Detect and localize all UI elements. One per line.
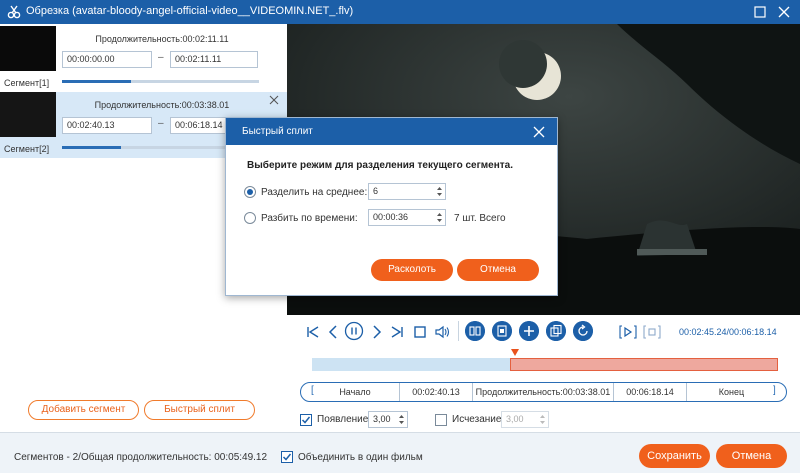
fade-out-value: 3,00 bbox=[506, 414, 524, 424]
merge-checkbox[interactable] bbox=[281, 451, 293, 463]
add-icon[interactable] bbox=[519, 321, 539, 341]
set-start-button[interactable]: Начало bbox=[301, 383, 400, 401]
segment-end-input[interactable]: 00:02:11.11 bbox=[170, 51, 258, 68]
range-dash: – bbox=[158, 52, 164, 63]
close-icon[interactable] bbox=[533, 126, 545, 138]
range-dash: – bbox=[158, 118, 164, 129]
segment-item-1[interactable]: Сегмент[1] Продолжительность:00:02:11.11… bbox=[0, 26, 287, 92]
previous-frame-icon[interactable] bbox=[324, 323, 342, 341]
split-button[interactable]: Расколоть bbox=[371, 259, 453, 281]
copy-segment-icon[interactable] bbox=[492, 321, 512, 341]
pause-icon[interactable] bbox=[344, 321, 364, 341]
segment-progress-fill bbox=[62, 80, 131, 83]
segment-start-input[interactable]: 00:02:40.13 bbox=[62, 117, 152, 134]
fade-out-checkbox[interactable] bbox=[435, 414, 447, 426]
dialog-header: Быстрый сплит bbox=[226, 118, 557, 145]
split-average-stepper[interactable]: 6 bbox=[368, 183, 446, 200]
split-average-value: 6 bbox=[373, 186, 379, 196]
fade-out-label: Исчезание bbox=[452, 414, 502, 425]
dialog-prompt: Выберите режим для разделения текущего с… bbox=[247, 160, 513, 171]
stepper-arrows-icon[interactable] bbox=[436, 211, 443, 224]
timeline-track[interactable] bbox=[312, 358, 778, 371]
split-time-value: 00:00:36 bbox=[373, 212, 409, 222]
duplicate-icon[interactable] bbox=[546, 321, 566, 341]
duration-input[interactable]: Продолжительность:00:03:38.01 bbox=[473, 383, 614, 401]
toolbar-divider bbox=[458, 321, 459, 341]
maximize-icon[interactable] bbox=[752, 4, 768, 20]
segment-label: Сегмент[2] bbox=[4, 144, 50, 154]
playback-timecode: 00:02:45.24/00:06:18.14 bbox=[679, 327, 777, 337]
close-icon[interactable] bbox=[268, 94, 280, 106]
title-bar: Обрезка (avatar-bloody-angel-official-vi… bbox=[0, 0, 800, 24]
next-frame-icon[interactable] bbox=[368, 323, 386, 341]
end-time-input[interactable]: 00:06:18.14 bbox=[614, 383, 687, 401]
split-icon[interactable] bbox=[465, 321, 485, 341]
stepper-arrows-icon[interactable] bbox=[398, 413, 405, 426]
skip-end-icon[interactable] bbox=[388, 323, 406, 341]
loop-segment-icon[interactable] bbox=[643, 323, 661, 341]
stepper-arrows-icon[interactable] bbox=[436, 185, 443, 198]
fade-in-stepper[interactable]: 3,00 bbox=[368, 411, 408, 428]
timeline-selection[interactable] bbox=[510, 358, 778, 371]
split-total-text: 7 шт. Всего bbox=[454, 213, 506, 224]
window-title: Обрезка (avatar-bloody-angel-official-vi… bbox=[26, 5, 354, 17]
dialog-title: Быстрый сплит bbox=[242, 126, 313, 137]
check-icon bbox=[301, 416, 311, 424]
segment-duration: Продолжительность:00:03:38.01 bbox=[94, 100, 230, 110]
reset-icon[interactable] bbox=[573, 321, 593, 341]
set-end-button[interactable]: Конец bbox=[687, 383, 786, 401]
segment-range-bar: [ Начало 00:02:40.13 Продолжительность:0… bbox=[300, 382, 787, 402]
scissors-icon bbox=[7, 5, 21, 19]
cancel-button[interactable]: Отмена bbox=[716, 444, 787, 468]
add-segment-button[interactable]: Добавить сегмент bbox=[28, 400, 139, 420]
segment-start-input[interactable]: 00:00:00.00 bbox=[62, 51, 152, 68]
quick-split-dialog: Быстрый сплит Выберите режим для разделе… bbox=[225, 117, 558, 296]
close-icon[interactable] bbox=[776, 4, 792, 20]
split-time-radio[interactable] bbox=[244, 212, 256, 224]
segment-thumbnail bbox=[0, 92, 56, 137]
start-time-input[interactable]: 00:02:40.13 bbox=[400, 383, 473, 401]
split-time-label: Разбить по времени: bbox=[261, 213, 358, 224]
fade-settings: Появление 3,00 Исчезание 3,00 bbox=[300, 411, 787, 429]
check-icon bbox=[282, 453, 292, 461]
segment-thumbnail bbox=[0, 26, 56, 71]
segment-duration: Продолжительность:00:02:11.11 bbox=[95, 34, 229, 44]
playhead-marker[interactable] bbox=[511, 349, 520, 356]
player-controls: 00:02:45.24/00:06:18.14 [ Начало 00:02:4… bbox=[287, 315, 800, 432]
segments-summary: Сегментов - 2/Общая продолжительность: 0… bbox=[14, 452, 268, 463]
bracket-close-icon: ] bbox=[773, 385, 776, 396]
dialog-cancel-button[interactable]: Отмена bbox=[457, 259, 539, 281]
segment-progress-bar bbox=[62, 80, 259, 83]
footer-bar: Сегментов - 2/Общая продолжительность: 0… bbox=[0, 432, 800, 473]
volume-icon[interactable] bbox=[433, 323, 451, 341]
split-time-stepper[interactable]: 00:00:36 bbox=[368, 209, 446, 226]
stop-icon[interactable] bbox=[411, 323, 429, 341]
stepper-arrows-icon[interactable] bbox=[539, 413, 546, 426]
quick-split-button[interactable]: Быстрый сплит bbox=[144, 400, 255, 420]
split-average-label: Разделить на среднее: bbox=[261, 187, 368, 198]
fade-in-label: Появление bbox=[317, 414, 369, 425]
split-average-radio[interactable] bbox=[244, 186, 256, 198]
fade-out-stepper[interactable]: 3,00 bbox=[501, 411, 549, 428]
fade-in-value: 3,00 bbox=[373, 414, 391, 424]
segment-label: Сегмент[1] bbox=[4, 78, 50, 88]
save-button[interactable]: Сохранить bbox=[639, 444, 710, 468]
fade-in-checkbox[interactable] bbox=[300, 414, 312, 426]
play-segment-icon[interactable] bbox=[619, 323, 637, 341]
skip-start-icon[interactable] bbox=[304, 323, 322, 341]
merge-label: Объединить в один фильм bbox=[298, 452, 423, 463]
segment-progress-fill bbox=[62, 146, 122, 149]
